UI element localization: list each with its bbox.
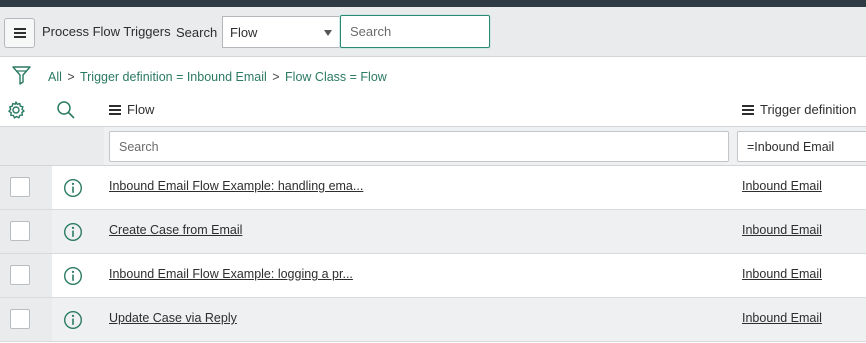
flow-link[interactable]: Update Case via Reply bbox=[109, 311, 237, 325]
search-label: Search bbox=[176, 25, 218, 40]
breadcrumb-separator: > bbox=[67, 70, 75, 84]
checkbox-cell bbox=[0, 298, 52, 341]
search-row-gutter bbox=[0, 127, 104, 165]
table-row: Inbound Email Flow Example: logging a pr… bbox=[0, 254, 866, 298]
trigger-link[interactable]: Inbound Email bbox=[742, 311, 822, 325]
row-checkbox[interactable] bbox=[10, 221, 30, 241]
table-row: Update Case via Reply Inbound Email bbox=[0, 298, 866, 342]
trigger-link[interactable]: Inbound Email bbox=[742, 223, 822, 237]
page-title: Process Flow Triggers bbox=[42, 24, 171, 39]
info-icon[interactable] bbox=[63, 310, 83, 330]
trigger-link[interactable]: Inbound Email bbox=[742, 179, 822, 193]
filter-icon[interactable] bbox=[11, 64, 32, 86]
search-input[interactable] bbox=[340, 15, 490, 48]
breadcrumb-item-all[interactable]: All bbox=[48, 70, 62, 84]
column-menu-icon[interactable] bbox=[742, 104, 754, 115]
row-checkbox[interactable] bbox=[10, 309, 30, 329]
info-icon[interactable] bbox=[63, 222, 83, 242]
column-search-row bbox=[0, 126, 866, 166]
table-row: Create Case from Email Inbound Email bbox=[0, 210, 866, 254]
flow-link[interactable]: Inbound Email Flow Example: handling ema… bbox=[109, 179, 363, 193]
flow-link[interactable]: Inbound Email Flow Example: logging a pr… bbox=[109, 267, 353, 281]
search-field-select[interactable]: Flow bbox=[222, 16, 340, 48]
search-field-selected: Flow bbox=[230, 25, 258, 40]
search-icon[interactable] bbox=[56, 100, 76, 120]
column-header-row: Flow Trigger definition bbox=[0, 96, 866, 126]
caret-down-icon bbox=[324, 30, 332, 36]
row-checkbox[interactable] bbox=[10, 265, 30, 285]
list-header: Process Flow Triggers Search Flow bbox=[0, 7, 866, 57]
row-checkbox[interactable] bbox=[10, 177, 30, 197]
gear-icon[interactable] bbox=[6, 100, 26, 120]
flow-column-search-input[interactable] bbox=[109, 131, 729, 162]
trigger-link[interactable]: Inbound Email bbox=[742, 267, 822, 281]
breadcrumb: All > Trigger definition = Inbound Email… bbox=[48, 70, 387, 84]
breadcrumb-item-flow-class[interactable]: Flow Class = Flow bbox=[285, 70, 387, 84]
column-menu-icon[interactable] bbox=[109, 104, 121, 115]
list-menu-button[interactable] bbox=[4, 18, 35, 48]
flow-link[interactable]: Create Case from Email bbox=[109, 223, 242, 237]
info-icon[interactable] bbox=[63, 178, 83, 198]
trigger-column-search-input[interactable] bbox=[737, 131, 866, 162]
column-header-trigger-definition[interactable]: Trigger definition bbox=[742, 102, 856, 117]
table-row: Inbound Email Flow Example: handling ema… bbox=[0, 166, 866, 210]
checkbox-cell bbox=[0, 254, 52, 297]
filter-row: All > Trigger definition = Inbound Email… bbox=[0, 58, 866, 96]
checkbox-cell bbox=[0, 210, 52, 253]
table-body: Inbound Email Flow Example: handling ema… bbox=[0, 166, 866, 342]
column-header-flow[interactable]: Flow bbox=[109, 102, 154, 117]
breadcrumb-separator: > bbox=[272, 70, 280, 84]
menu-icon bbox=[13, 28, 26, 38]
breadcrumb-item-trigger[interactable]: Trigger definition = Inbound Email bbox=[80, 70, 267, 84]
column-header-trigger-label: Trigger definition bbox=[760, 102, 857, 117]
info-icon[interactable] bbox=[63, 266, 83, 286]
checkbox-cell bbox=[0, 166, 52, 209]
top-bar bbox=[0, 0, 866, 7]
column-header-flow-label: Flow bbox=[127, 102, 155, 117]
